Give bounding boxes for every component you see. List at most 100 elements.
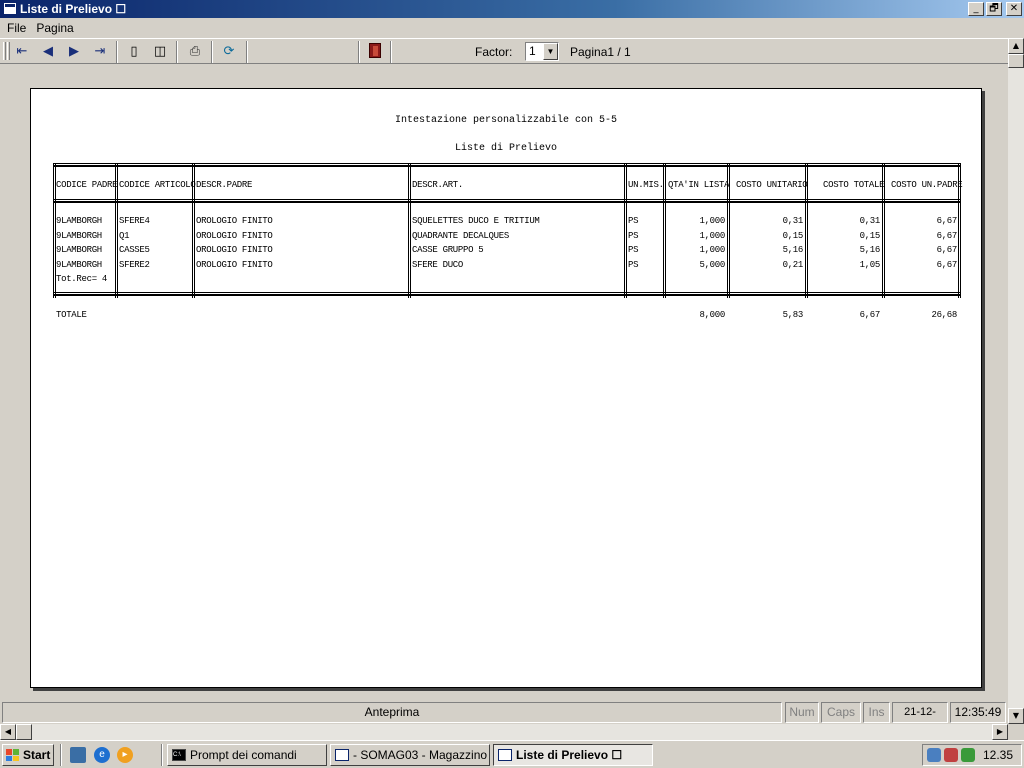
app-window-icon: [498, 749, 512, 761]
toolbar-separator: [116, 41, 118, 63]
column-header: COSTO UN.PADRE: [891, 180, 963, 190]
app-window-icon: [335, 749, 349, 761]
table-cell: SFERE DUCO: [412, 260, 464, 270]
prev-page-icon[interactable]: ◀: [37, 42, 59, 62]
scroll-up-icon[interactable]: ▲: [1008, 38, 1024, 54]
media-player-icon[interactable]: ▸: [117, 747, 133, 763]
menu-file[interactable]: File: [2, 21, 31, 35]
table-cell: 6,67: [936, 231, 958, 241]
export-icon[interactable]: ⟳: [218, 42, 240, 62]
show-desktop-icon[interactable]: [70, 747, 86, 763]
factor-select[interactable]: 1 ▼: [525, 42, 559, 61]
table-cell: SQUELETTES DUCO E TRITIUM: [412, 216, 540, 226]
update-icon[interactable]: [961, 748, 975, 762]
vertical-scrollbar[interactable]: ▲ ▼: [1008, 38, 1024, 724]
toolbar-separator: [390, 41, 392, 63]
taskbar-separator: [60, 744, 62, 766]
table-cell: OROLOGIO FINITO: [196, 260, 273, 270]
table-cell: 5,16: [859, 245, 881, 255]
toolbar-grip[interactable]: [3, 42, 6, 60]
start-button[interactable]: Start: [2, 744, 54, 766]
column-header: DESCR.ART.: [412, 180, 464, 190]
vertical-scroll-thumb[interactable]: [1008, 54, 1024, 68]
window-title: Liste di Prelievo ☐: [20, 2, 127, 16]
task-prompt[interactable]: C:\ Prompt dei comandi: [167, 744, 327, 766]
table-cell: PS: [628, 231, 639, 241]
taskbar-separator: [161, 744, 163, 766]
totals-label: TOTALE: [56, 310, 87, 320]
system-tray: 12.35: [922, 744, 1022, 766]
status-bar: Anteprima Num Caps Ins 21-12-2015 12:35:…: [0, 700, 1008, 737]
total-costo-un-padre: 26,68: [931, 310, 957, 320]
table-cell: CASSE5: [119, 245, 150, 255]
status-time: 12:35:49: [950, 702, 1006, 723]
chevron-down-icon[interactable]: ▼: [543, 43, 558, 60]
table-cell: 1,000: [699, 245, 725, 255]
close-icon[interactable]: ✕: [1006, 2, 1022, 16]
horizontal-scroll-thumb[interactable]: [16, 724, 32, 740]
column-header: CODICE PADRE: [56, 180, 118, 190]
toolbar-separator: [176, 41, 178, 63]
scrollbar-corner: [1008, 724, 1024, 740]
status-ins: Ins: [863, 702, 890, 723]
column-header: COSTO UNITARIO: [736, 180, 808, 190]
factor-label: Factor:: [475, 45, 513, 59]
total-qta: 8,000: [699, 310, 725, 320]
toolbar-separator: [211, 41, 213, 63]
report-page: Intestazione personalizzabile con 5-5 Li…: [30, 88, 982, 688]
two-pages-icon[interactable]: ◫: [149, 42, 171, 62]
toolbar-separator: [246, 41, 248, 63]
internet-explorer-icon[interactable]: e: [94, 747, 110, 763]
record-count: Tot.Rec= 4: [56, 274, 108, 284]
last-page-icon[interactable]: ⇥: [89, 42, 111, 62]
start-label: Start: [23, 748, 51, 762]
app-window-icon: [3, 2, 17, 15]
table-cell: QUADRANTE DECALQUES: [412, 231, 509, 241]
status-num: Num: [785, 702, 819, 723]
windows-logo-icon: [6, 749, 19, 761]
preview-area[interactable]: Intestazione personalizzabile con 5-5 Li…: [0, 66, 1008, 700]
single-page-icon[interactable]: ▯: [123, 42, 145, 62]
menu-pagina[interactable]: Pagina: [31, 21, 78, 35]
scroll-right-icon[interactable]: ▶: [992, 724, 1008, 740]
status-caps: Caps: [821, 702, 861, 723]
restore-icon[interactable]: 🗗: [986, 2, 1002, 16]
table-cell: 6,67: [936, 260, 958, 270]
network-icon[interactable]: [927, 748, 941, 762]
page-indicator: Pagina1 / 1: [570, 45, 631, 59]
toolbar-grip[interactable]: [7, 42, 10, 60]
table-cell: 9LAMBORGH: [56, 231, 102, 241]
column-header: CODICE ARTICOLO: [119, 180, 196, 190]
minimize-icon[interactable]: _: [968, 2, 984, 16]
taskbar-clock: 12.35: [982, 748, 1013, 762]
column-header: UN.MIS.: [628, 180, 664, 190]
task-somag03[interactable]: - SOMAG03 - Magazzino ...: [330, 744, 490, 766]
task-liste-prelievo[interactable]: Liste di Prelievo ☐: [493, 744, 653, 766]
print-icon[interactable]: ⎙: [184, 42, 206, 62]
horizontal-scrollbar[interactable]: ◀ ▶: [0, 724, 1008, 740]
table-cell: PS: [628, 260, 639, 270]
next-page-icon[interactable]: ▶: [63, 42, 85, 62]
table-cell: 9LAMBORGH: [56, 216, 102, 226]
table-cell: PS: [628, 245, 639, 255]
toolbar: ⇤ ◀ ▶ ⇥ ▯ ◫ ⎙ ⟳ Factor: 1 ▼ Pagina1 / 1: [0, 38, 1008, 64]
column-rule: [624, 163, 627, 298]
table-cell: 9LAMBORGH: [56, 260, 102, 270]
column-header: COSTO TOTALE: [823, 180, 885, 190]
first-page-icon[interactable]: ⇤: [11, 42, 33, 62]
scroll-left-icon[interactable]: ◀: [0, 724, 16, 740]
table-cell: 1,000: [699, 231, 725, 241]
task-label: Prompt dei comandi: [190, 748, 297, 762]
factor-value: 1: [529, 44, 536, 58]
command-prompt-icon: C:\: [172, 749, 186, 761]
scroll-down-icon[interactable]: ▼: [1008, 708, 1024, 724]
security-icon[interactable]: [944, 748, 958, 762]
total-costo-unitario: 5,83: [782, 310, 804, 320]
table-cell: 5,16: [782, 245, 804, 255]
door-exit-icon[interactable]: [369, 43, 381, 58]
table-cell: 1,000: [699, 216, 725, 226]
table-cell: 9LAMBORGH: [56, 245, 102, 255]
title-bar: Liste di Prelievo ☐ _ 🗗 ✕: [0, 0, 1024, 18]
total-costo-totale: 6,67: [859, 310, 881, 320]
report-title: Liste di Prelievo: [454, 143, 558, 154]
